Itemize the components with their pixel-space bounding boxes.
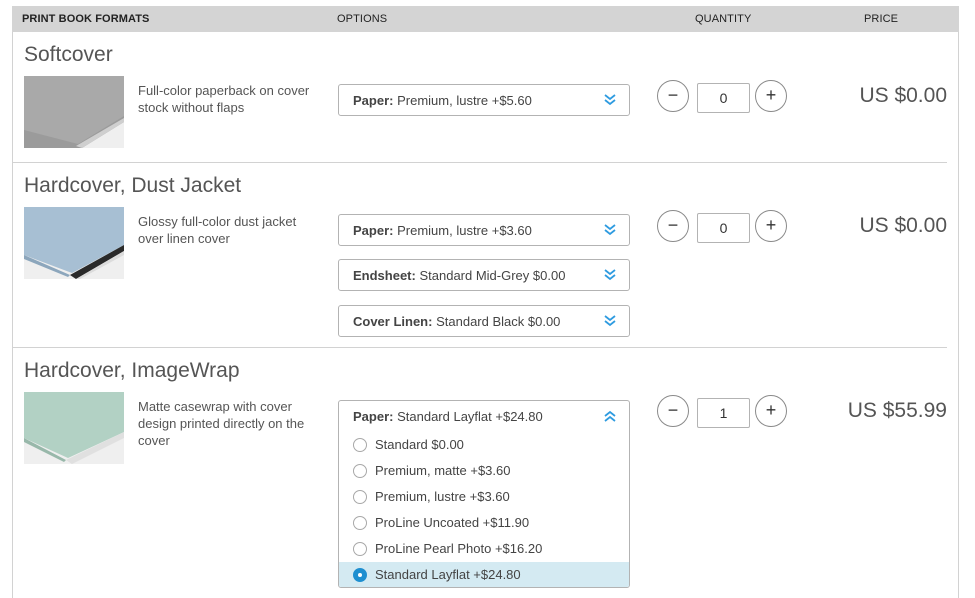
softcover-price: US $0.00 xyxy=(859,84,947,107)
dust-jacket-endsheet-select[interactable]: Endsheet: Standard Mid-Grey $0.00 xyxy=(338,259,630,291)
radio-button[interactable] xyxy=(353,516,367,530)
paper-option[interactable]: ProLine Uncoated +$11.90 xyxy=(339,510,629,536)
imagewrap-thumbnail xyxy=(24,392,124,464)
imagewrap-quantity-input[interactable]: 1 xyxy=(697,398,750,428)
paper-option[interactable]: Premium, matte +$3.60 xyxy=(339,458,629,484)
header-price: PRICE xyxy=(864,13,899,25)
paper-label: Paper: xyxy=(353,93,394,108)
option-label: Standard Layflat +$24.80 xyxy=(375,567,521,582)
paper-option[interactable]: Standard $0.00 xyxy=(339,432,629,458)
imagewrap-description: Matte casewrap with cover design printed… xyxy=(138,399,305,448)
chevron-double-down-icon xyxy=(604,315,616,327)
imagewrap-paper-dropdown[interactable]: Paper: Standard Layflat +$24.80 Standard… xyxy=(338,400,630,588)
imagewrap-decrease-button[interactable]: − xyxy=(657,395,689,427)
option-label: Premium, matte +$3.60 xyxy=(375,463,511,478)
softcover-quantity-input[interactable]: 0 xyxy=(697,83,750,113)
divider xyxy=(12,162,947,163)
radio-button[interactable] xyxy=(353,490,367,504)
header-formats: PRINT BOOK FORMATS xyxy=(22,13,150,25)
imagewrap-increase-button[interactable]: + xyxy=(755,395,787,427)
option-label: ProLine Uncoated +$11.90 xyxy=(375,515,530,530)
softcover-description: Full-color paperback on cover stock with… xyxy=(138,83,310,115)
chevron-double-down-icon xyxy=(604,224,616,236)
cover-linen-value: Standard Black $0.00 xyxy=(436,314,561,329)
dust-jacket-increase-button[interactable]: + xyxy=(755,210,787,242)
paper-option[interactable]: ProLine Pearl Photo +$16.20 xyxy=(339,536,629,562)
dust-jacket-description: Glossy full-color dust jacket over linen… xyxy=(138,214,297,246)
radio-button[interactable] xyxy=(353,438,367,452)
imagewrap-price: US $55.99 xyxy=(847,399,947,422)
paper-option-selected[interactable]: Standard Layflat +$24.80 xyxy=(339,562,629,587)
radio-button-checked[interactable] xyxy=(353,568,367,582)
softcover-decrease-button[interactable]: − xyxy=(657,80,689,112)
dust-jacket-price: US $0.00 xyxy=(859,214,947,237)
dust-jacket-cover-linen-select[interactable]: Cover Linen: Standard Black $0.00 xyxy=(338,305,630,337)
chevron-double-down-icon xyxy=(604,94,616,106)
chevron-double-up-icon[interactable] xyxy=(603,409,617,423)
option-label: Standard $0.00 xyxy=(375,437,464,452)
endsheet-label: Endsheet: xyxy=(353,268,416,283)
divider xyxy=(12,347,947,348)
endsheet-value: Standard Mid-Grey $0.00 xyxy=(419,268,566,283)
header-quantity: QUANTITY xyxy=(695,13,752,25)
paper-label: Paper: xyxy=(353,223,394,238)
chevron-double-down-icon xyxy=(604,269,616,281)
dust-jacket-thumbnail xyxy=(24,207,124,279)
header-options: OPTIONS xyxy=(337,13,388,25)
paper-option[interactable]: Premium, lustre +$3.60 xyxy=(339,484,629,510)
paper-label: Paper: xyxy=(353,409,394,424)
paper-value: Standard Layflat +$24.80 xyxy=(397,409,543,424)
dust-jacket-quantity-input[interactable]: 0 xyxy=(697,213,750,243)
dust-jacket-title: Hardcover, Dust Jacket xyxy=(24,174,242,197)
imagewrap-title: Hardcover, ImageWrap xyxy=(24,359,240,382)
softcover-increase-button[interactable]: + xyxy=(755,80,787,112)
table-header: PRINT BOOK FORMATS OPTIONS QUANTITY PRIC… xyxy=(12,6,959,32)
option-label: Premium, lustre +$3.60 xyxy=(375,489,510,504)
paper-value: Premium, lustre +$5.60 xyxy=(397,93,532,108)
dust-jacket-paper-select[interactable]: Paper: Premium, lustre +$3.60 xyxy=(338,214,630,246)
cover-linen-label: Cover Linen: xyxy=(353,314,433,329)
option-label: ProLine Pearl Photo +$16.20 xyxy=(375,541,543,556)
softcover-thumbnail xyxy=(24,76,124,148)
softcover-paper-select[interactable]: Paper: Premium, lustre +$5.60 xyxy=(338,84,630,116)
radio-button[interactable] xyxy=(353,542,367,556)
dust-jacket-decrease-button[interactable]: − xyxy=(657,210,689,242)
paper-value: Premium, lustre +$3.60 xyxy=(397,223,532,238)
radio-button[interactable] xyxy=(353,464,367,478)
softcover-title: Softcover xyxy=(24,43,113,66)
